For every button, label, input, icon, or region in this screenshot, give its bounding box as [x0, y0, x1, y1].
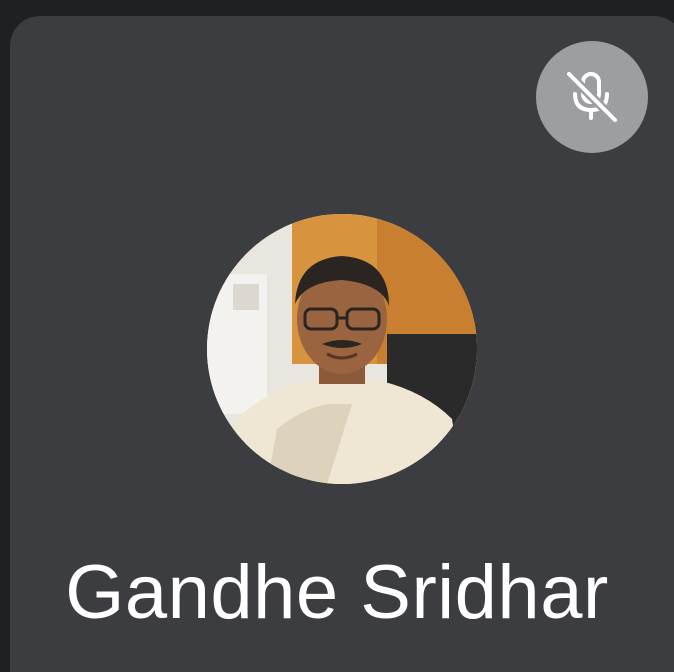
participant-name: Gandhe Sridhar — [65, 550, 609, 635]
avatar — [207, 214, 477, 484]
mic-off-icon — [564, 69, 620, 125]
mute-indicator — [536, 41, 648, 153]
profile-photo — [207, 214, 477, 484]
